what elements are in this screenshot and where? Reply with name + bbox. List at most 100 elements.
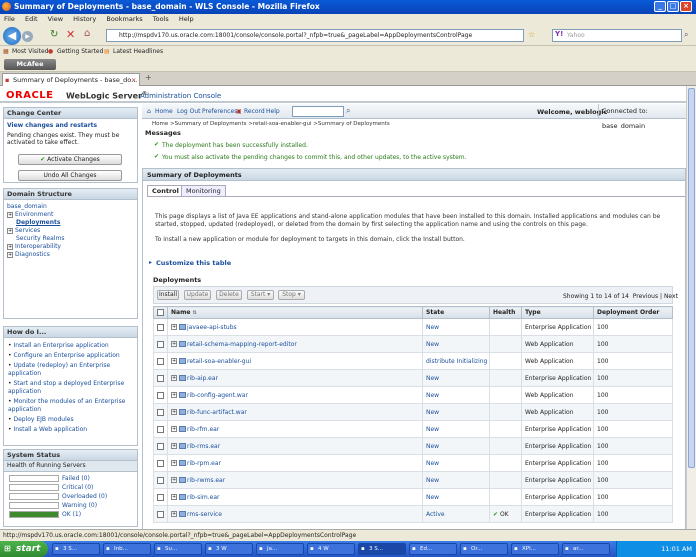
row-checkbox[interactable] [157, 459, 164, 467]
deployment-name-link[interactable]: rib-aip.ear [187, 375, 218, 382]
new-tab-button[interactable]: + [145, 73, 152, 82]
tree-diagnostics[interactable]: + Diagnostics [4, 251, 137, 259]
scrollbar-thumb[interactable] [688, 88, 695, 468]
reload-icon[interactable]: ↻ [50, 29, 58, 40]
expand-icon[interactable]: + [171, 392, 177, 398]
menu-view[interactable]: View [48, 14, 63, 25]
health-label[interactable]: Critical (0) [62, 483, 93, 492]
delete-button[interactable]: Delete [216, 290, 242, 300]
howdo-item[interactable]: • Deploy EJB modules [4, 416, 137, 424]
deployment-name-link[interactable]: rib-config-agent.war [187, 392, 248, 399]
tree-deployments[interactable]: Deployments [4, 219, 137, 227]
deployment-name-link[interactable]: rib-rfm.ear [187, 426, 219, 433]
deployment-name-link[interactable]: rib-rpm.ear [187, 460, 221, 467]
deployment-name-link[interactable]: rib-func-artifact.war [187, 409, 247, 416]
menu-edit[interactable]: Edit [25, 14, 38, 25]
deployment-name-link[interactable]: rib-rms.ear [187, 443, 220, 450]
howdo-item[interactable]: • Update (redeploy) an Enterprise applic… [4, 362, 137, 378]
bookmark-star-icon[interactable]: ☆ [528, 30, 535, 39]
row-checkbox[interactable] [157, 340, 164, 348]
tree-base-domain[interactable]: base_domain [4, 203, 137, 211]
install-button[interactable]: Install [157, 290, 179, 300]
tree-services[interactable]: + Services [4, 227, 137, 235]
tree-interoperability[interactable]: + Interoperability [4, 243, 137, 251]
row-checkbox[interactable] [157, 493, 164, 501]
col-deployment-order[interactable]: Deployment Order [593, 306, 673, 319]
start-button[interactable]: ⊞ start [0, 541, 48, 557]
expand-icon[interactable]: + [171, 324, 177, 330]
expand-icon[interactable]: + [7, 211, 13, 218]
console-search-input[interactable] [292, 106, 344, 117]
page-scrollbar[interactable] [686, 86, 696, 529]
menu-file[interactable]: File [4, 14, 15, 25]
taskbar-item[interactable]: ▪ Su... [154, 543, 202, 555]
update-button[interactable]: Update [184, 290, 211, 300]
home-link[interactable]: Home [155, 108, 173, 115]
expand-icon[interactable]: + [171, 409, 177, 415]
expand-icon[interactable]: + [171, 460, 177, 466]
customize-table-link[interactable]: Customize this table [156, 259, 231, 267]
health-label[interactable]: Warning (0) [62, 501, 97, 510]
expand-icon[interactable]: + [7, 227, 13, 234]
expand-icon[interactable]: + [171, 341, 177, 347]
taskbar-item[interactable]: ▪ Ja... [256, 543, 304, 555]
tab-control[interactable]: Control [147, 185, 184, 196]
tab-monitoring[interactable]: Monitoring [181, 185, 226, 196]
taskbar-item[interactable]: ▪ Or... [460, 543, 508, 555]
health-label[interactable]: Overloaded (0) [62, 492, 107, 501]
expand-icon[interactable]: + [7, 251, 13, 258]
col-type[interactable]: Type [521, 306, 594, 319]
next-link[interactable]: Next [664, 293, 678, 300]
url-bar[interactable]: http://mspdv170.us.oracle.com:18001/cons… [106, 29, 524, 42]
tree-environment[interactable]: + Environment [4, 211, 137, 219]
taskbar-item[interactable]: ▪ 3 S... [358, 543, 406, 555]
minimize-button[interactable]: _ [654, 1, 666, 12]
menu-help[interactable]: Help [179, 14, 194, 25]
row-checkbox[interactable] [157, 425, 164, 433]
row-checkbox[interactable] [157, 323, 164, 331]
expand-icon[interactable]: + [171, 477, 177, 483]
howdo-item[interactable]: • Install a Web application [4, 426, 137, 434]
customize-expand-icon[interactable]: ▸ [149, 259, 152, 266]
row-checkbox[interactable] [157, 374, 164, 382]
deployment-name-link[interactable]: retail-soa-enabler-gui [187, 358, 251, 365]
expand-icon[interactable]: + [171, 511, 177, 517]
menu-history[interactable]: History [73, 14, 96, 25]
start-dropdown[interactable]: Start ▾ [247, 290, 274, 300]
expand-icon[interactable]: + [171, 375, 177, 381]
stop-dropdown[interactable]: Stop ▾ [278, 290, 305, 300]
expand-icon[interactable]: + [7, 243, 13, 250]
howdo-item[interactable]: • Install an Enterprise application [4, 342, 137, 350]
row-checkbox[interactable] [157, 391, 164, 399]
deployment-name-link[interactable]: retail-schema-mapping-report-editor [187, 341, 297, 348]
expand-icon[interactable]: + [171, 358, 177, 364]
row-checkbox[interactable] [157, 442, 164, 450]
taskbar-item[interactable]: ▪ ar... [562, 543, 610, 555]
taskbar-item[interactable]: ▪ Ed... [409, 543, 457, 555]
row-checkbox[interactable] [157, 408, 164, 416]
record-link[interactable]: Record [244, 108, 265, 115]
health-label[interactable]: OK (1) [62, 510, 81, 519]
bookmark-getting-started[interactable]: Getting Started [57, 46, 103, 57]
home-icon[interactable]: ⌂ [84, 28, 90, 39]
help-link[interactable]: Help [266, 108, 280, 115]
preferences-link[interactable]: Preferences [202, 108, 237, 115]
col-health[interactable]: Health [489, 306, 522, 319]
deployment-name-link[interactable]: rms-service [187, 511, 222, 518]
col-name[interactable]: Name ⇅ [167, 306, 423, 319]
howdo-item[interactable]: • Start and stop a deployed Enterprise a… [4, 380, 137, 396]
taskbar-item[interactable]: ▪ Inb... [103, 543, 151, 555]
row-checkbox[interactable] [157, 510, 164, 518]
view-changes-link[interactable]: View changes and restarts [4, 119, 137, 129]
taskbar-item[interactable]: ▪ 3 W [205, 543, 253, 555]
bookmark-latest-headlines[interactable]: Latest Headlines [113, 46, 163, 57]
deployment-name-link[interactable]: rib-sim.ear [187, 494, 220, 501]
row-checkbox[interactable] [157, 357, 164, 365]
activate-changes-button[interactable]: ✔ Activate Changes [18, 154, 122, 165]
forward-icon[interactable]: ▶ [22, 31, 33, 42]
maximize-button[interactable]: □ [667, 1, 679, 12]
stop-icon[interactable]: ✕ [66, 28, 75, 41]
search-icon[interactable]: ⌕ [684, 30, 688, 40]
howdo-item[interactable]: • Monitor the modules of an Enterprise a… [4, 398, 137, 414]
taskbar-item[interactable]: ▪ 3 S... [52, 543, 100, 555]
